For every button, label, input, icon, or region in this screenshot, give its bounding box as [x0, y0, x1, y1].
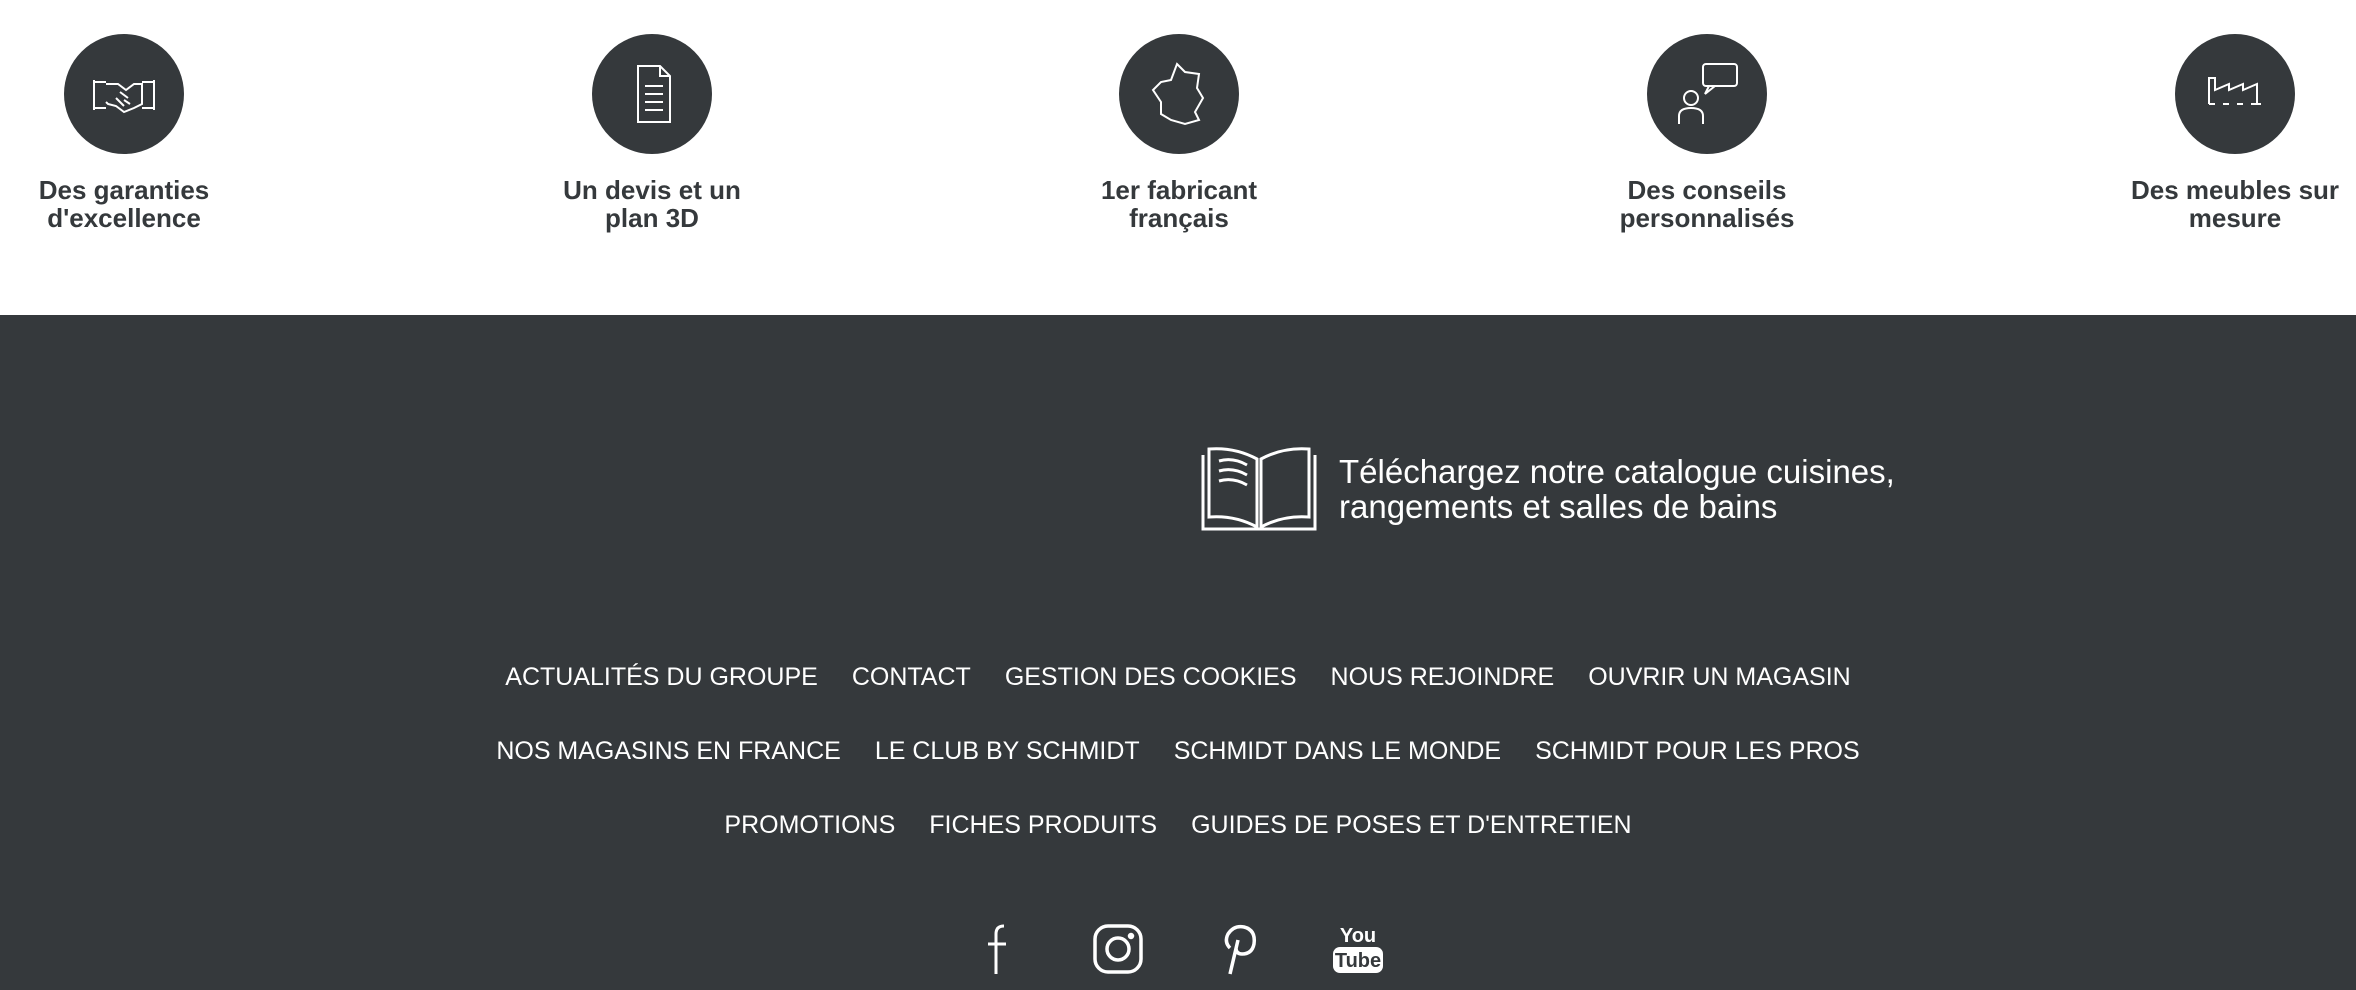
feature-circle — [64, 34, 184, 154]
feature-advice: Des conseils personnalisés — [1567, 34, 1847, 232]
feature-quote: Un devis et un plan 3D — [512, 34, 792, 232]
youtube-link[interactable]: You Tube — [1332, 920, 1384, 976]
feature-label: Des meubles sur mesure — [2130, 175, 2340, 233]
footer-link-pros[interactable]: SCHMIDT POUR LES PROS — [1535, 737, 1860, 766]
youtube-logo-tube: Tube — [1335, 950, 1381, 972]
footer-link-world[interactable]: SCHMIDT DANS LE MONDE — [1174, 737, 1501, 766]
footer-link-contact[interactable]: CONTACT — [852, 663, 971, 692]
footer-link-cookies[interactable]: GESTION DES COOKIES — [1005, 663, 1297, 692]
feature-circle — [1647, 34, 1767, 154]
pinterest-link[interactable] — [1212, 920, 1264, 976]
footer-links-row-3: PROMOTIONS FICHES PRODUITS GUIDES DE POS… — [0, 811, 2356, 840]
site-footer: Téléchargez notre catalogue cuisines, ra… — [0, 315, 2356, 990]
catalog-text[interactable]: Téléchargez notre catalogue cuisines, ra… — [1339, 454, 1895, 524]
handshake-icon — [93, 80, 155, 114]
feature-custom-furniture: Des meubles sur mesure — [2095, 34, 2356, 232]
social-links: You Tube — [0, 920, 2356, 976]
france-map-icon — [1151, 62, 1205, 126]
footer-link-promotions[interactable]: PROMOTIONS — [724, 811, 895, 840]
youtube-icon: You Tube — [1333, 925, 1383, 973]
feature-circle — [592, 34, 712, 154]
feature-label: Un devis et un plan 3D — [563, 175, 741, 233]
facebook-icon — [988, 924, 1006, 974]
instagram-link[interactable] — [1092, 920, 1144, 976]
feature-manufacturer: 1er fabricant français — [1039, 34, 1319, 232]
footer-links-row-2: NOS MAGASINS EN FRANCE LE CLUB BY SCHMID… — [0, 737, 2356, 766]
catalog-download-link[interactable]: Téléchargez notre catalogue cuisines, ra… — [1199, 443, 1895, 535]
youtube-logo-you: You — [1340, 925, 1376, 947]
factory-icon — [2208, 77, 2261, 105]
footer-link-product-sheets[interactable]: FICHES PRODUITS — [929, 811, 1157, 840]
open-book-icon — [1201, 447, 1317, 531]
footer-links-row-1: ACTUALITÉS DU GROUPE CONTACT GESTION DES… — [0, 663, 2356, 692]
features-band: Des garanties d'excellence Un devis et u… — [0, 0, 2356, 315]
advisor-chat-icon — [1678, 63, 1738, 124]
footer-link-group-news[interactable]: ACTUALITÉS DU GROUPE — [505, 663, 818, 692]
feature-label: Des conseils personnalisés — [1619, 175, 1795, 233]
footer-link-stores-france[interactable]: NOS MAGASINS EN FRANCE — [496, 737, 841, 766]
instagram-icon — [1093, 924, 1143, 974]
document-icon — [637, 65, 671, 123]
feature-circle — [2175, 34, 2295, 154]
facebook-link[interactable] — [972, 920, 1024, 976]
footer-link-open-store[interactable]: OUVRIR UN MAGASIN — [1588, 663, 1851, 692]
feature-label: 1er fabricant français — [1100, 175, 1258, 233]
feature-guarantees: Des garanties d'excellence — [0, 34, 264, 232]
footer-link-guides[interactable]: GUIDES DE POSES ET D'ENTRETIEN — [1191, 811, 1632, 840]
footer-link-join[interactable]: NOUS REJOINDRE — [1331, 663, 1555, 692]
pinterest-icon — [1224, 924, 1257, 975]
feature-label: Des garanties d'excellence — [38, 175, 210, 233]
feature-circle — [1119, 34, 1239, 154]
footer-link-club[interactable]: LE CLUB BY SCHMIDT — [875, 737, 1140, 766]
